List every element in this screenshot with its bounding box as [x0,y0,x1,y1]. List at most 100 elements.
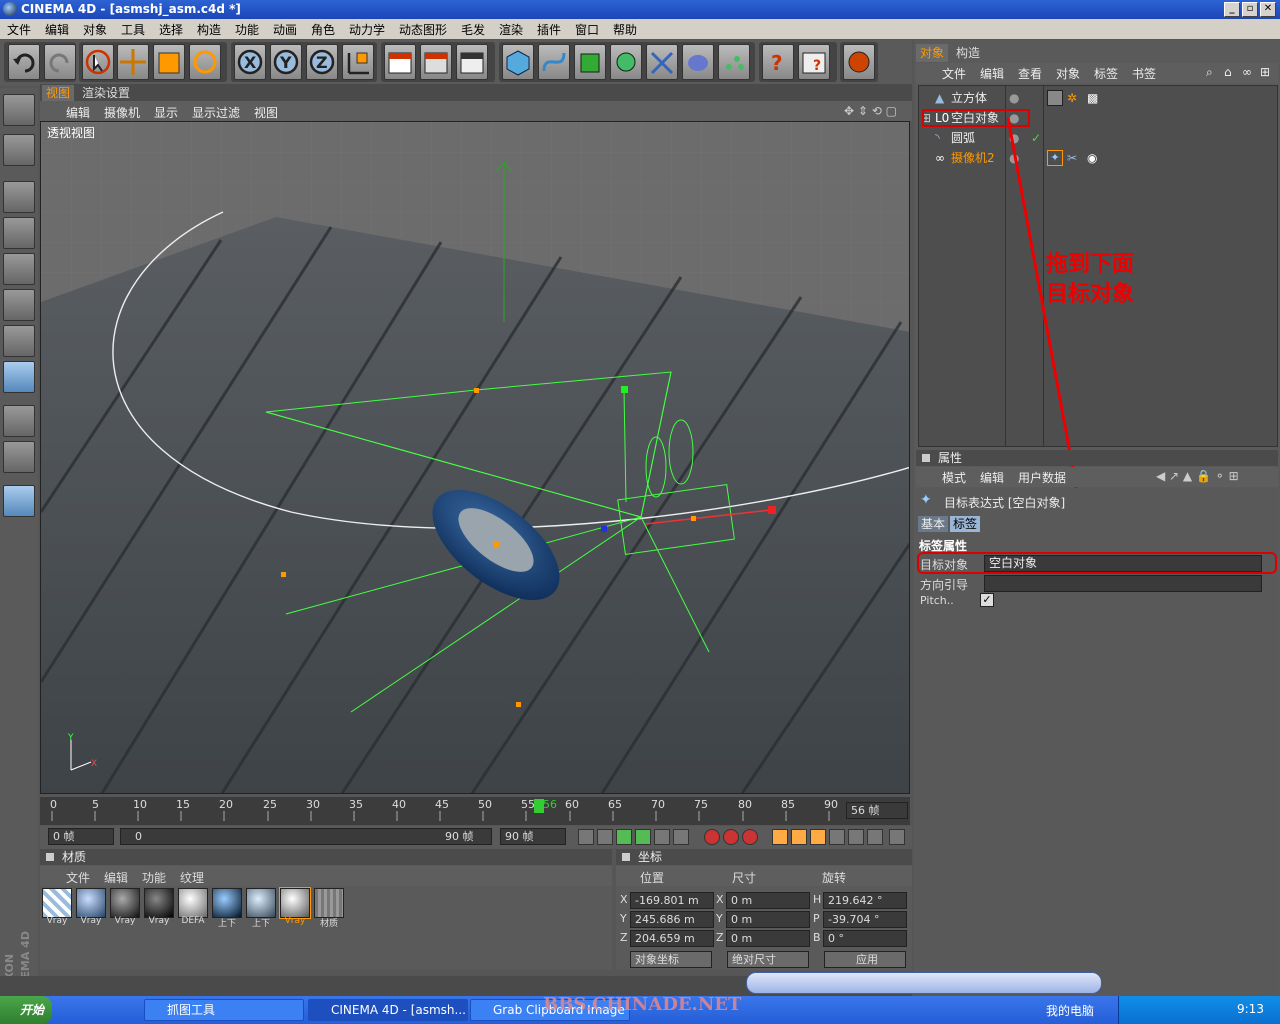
scale-icon[interactable] [153,44,185,80]
menu-animation[interactable]: 动画 [273,21,297,38]
obj-link-icon[interactable]: ∞ [1242,65,1252,79]
close-button[interactable]: ✕ [1260,2,1276,17]
play-forward-icon[interactable] [635,829,651,845]
my-computer-label[interactable]: 我的电脑 [1046,1002,1094,1019]
keyframe-help-icon[interactable] [742,829,758,845]
record-icon[interactable] [704,829,720,845]
attr-tab-basic[interactable]: 基本 [918,516,949,532]
material-swatch[interactable] [110,888,140,918]
deformer-icon[interactable] [646,44,678,80]
workplane-icon[interactable] [3,485,35,517]
help-icon[interactable]: ? [762,44,794,80]
task-cinema4d[interactable]: CINEMA 4D - [asmsh... [308,999,468,1021]
menu-object[interactable]: 对象 [83,21,107,38]
x-axis-icon[interactable]: X [234,44,266,80]
tab-structure[interactable]: 构造 [952,44,984,62]
timeline-window-icon[interactable] [889,829,905,845]
media-player-bar[interactable] [746,972,1102,994]
end-frame-field[interactable]: 90 帧 [500,828,566,845]
render-settings-icon[interactable] [456,44,488,80]
obj-menu-tags[interactable]: 标签 [1094,65,1118,82]
phong-tag-icon[interactable]: ▩ [1087,88,1098,108]
menu-tools[interactable]: 工具 [121,21,145,38]
material-swatch[interactable] [212,888,242,918]
particle-icon[interactable] [718,44,750,80]
obj-menu-file[interactable]: 文件 [942,65,966,82]
tab-viewport[interactable]: 视图 [42,85,75,101]
mat-menu-edit[interactable]: 编辑 [104,869,128,886]
cube-icon[interactable] [502,44,534,80]
play-backward-icon[interactable] [616,829,632,845]
attr-nav-icons[interactable]: ◀ ↗ ▲ 🔒 ⚬ ⊞ [1156,469,1239,483]
size-mode-dropdown[interactable]: 绝对尺寸 [727,951,809,968]
menu-plugins[interactable]: 插件 [537,21,561,38]
viewport-menu-camera[interactable]: 摄像机 [104,104,140,121]
menu-file[interactable]: 文件 [7,21,31,38]
rot-p-field[interactable]: -39.704 ° [823,911,907,928]
obj-new-window-icon[interactable]: ⊞ [1260,65,1270,79]
material-swatch[interactable] [144,888,174,918]
up-vector-field[interactable] [984,575,1262,592]
attr-menu-edit[interactable]: 编辑 [980,469,1004,486]
tab-objects[interactable]: 对象 [916,44,949,62]
viewport-nav-icons[interactable]: ✥ ⇕ ⟲ ▢ [844,104,897,118]
size-y-field[interactable]: 0 m [726,911,810,928]
start-frame-field[interactable]: 0 帧 [48,828,114,845]
visibility-dots-icon[interactable]: ● [1009,88,1019,108]
task-capture-tool[interactable]: 抓图工具 [144,999,304,1021]
menu-render[interactable]: 渲染 [499,21,523,38]
points-mode-icon[interactable] [3,181,35,213]
viewport-menu-view[interactable]: 视图 [254,104,278,121]
menu-functions[interactable]: 功能 [235,21,259,38]
mat-menu-function[interactable]: 功能 [142,869,166,886]
menu-character[interactable]: 角色 [311,21,335,38]
pitch-checkbox[interactable]: ✓ [980,593,994,607]
coord-mode-dropdown[interactable]: 对象坐标 [630,951,712,968]
menu-window[interactable]: 窗口 [575,21,599,38]
menu-edit[interactable]: 编辑 [45,21,69,38]
obj-menu-bookmarks[interactable]: 书签 [1132,65,1156,82]
layout-switch-icon[interactable] [843,44,875,80]
obj-home-icon[interactable]: ⌂ [1224,65,1232,79]
render-picture-icon[interactable] [420,44,452,80]
menu-structure[interactable]: 构造 [197,21,221,38]
polygons-mode-icon[interactable] [3,253,35,285]
edges-mode-icon[interactable] [3,217,35,249]
size-x-field[interactable]: 0 m [726,892,810,909]
undo-icon[interactable] [8,44,40,80]
layout-help-icon[interactable]: ? [798,44,830,80]
material-swatch[interactable] [178,888,208,918]
prev-key-icon[interactable] [597,829,613,845]
autokey-icon[interactable] [723,829,739,845]
rot-b-field[interactable]: 0 ° [823,930,907,947]
texture-tag-icon[interactable]: ✲ [1067,88,1077,108]
size-z-field[interactable]: 0 m [726,930,810,947]
obj-menu-view[interactable]: 查看 [1018,65,1042,82]
key-pla-icon[interactable] [848,829,864,845]
viewport-menu-display[interactable]: 显示 [154,104,178,121]
mat-menu-texture[interactable]: 纹理 [180,869,204,886]
pos-y-field[interactable]: 245.686 m [630,911,714,928]
uv-points-icon[interactable] [3,289,35,321]
material-swatch[interactable] [76,888,106,918]
array-icon[interactable] [610,44,642,80]
restore-button[interactable]: ▫ [1242,2,1258,17]
checker-icon[interactable] [3,405,35,437]
texture-mode-icon[interactable] [3,361,35,393]
z-axis-icon[interactable]: Z [306,44,338,80]
material-swatch[interactable] [246,888,276,918]
mat-menu-file[interactable]: 文件 [66,869,90,886]
start-button[interactable]: 开始 [0,996,52,1024]
material-swatch-selected[interactable] [279,887,311,919]
menu-hair[interactable]: 毛发 [461,21,485,38]
viewport-menu-filter[interactable]: 显示过滤 [192,104,240,121]
rotate-icon[interactable] [189,44,221,80]
viewport-menu-edit[interactable]: 编辑 [66,104,90,121]
material-swatch[interactable] [42,888,72,918]
key-param-icon[interactable] [829,829,845,845]
scene-icon[interactable] [682,44,714,80]
material-tag-icon[interactable] [1047,90,1063,106]
pos-x-field[interactable]: -169.801 m [630,892,714,909]
menu-select[interactable]: 选择 [159,21,183,38]
model-mode-icon[interactable] [3,94,35,126]
